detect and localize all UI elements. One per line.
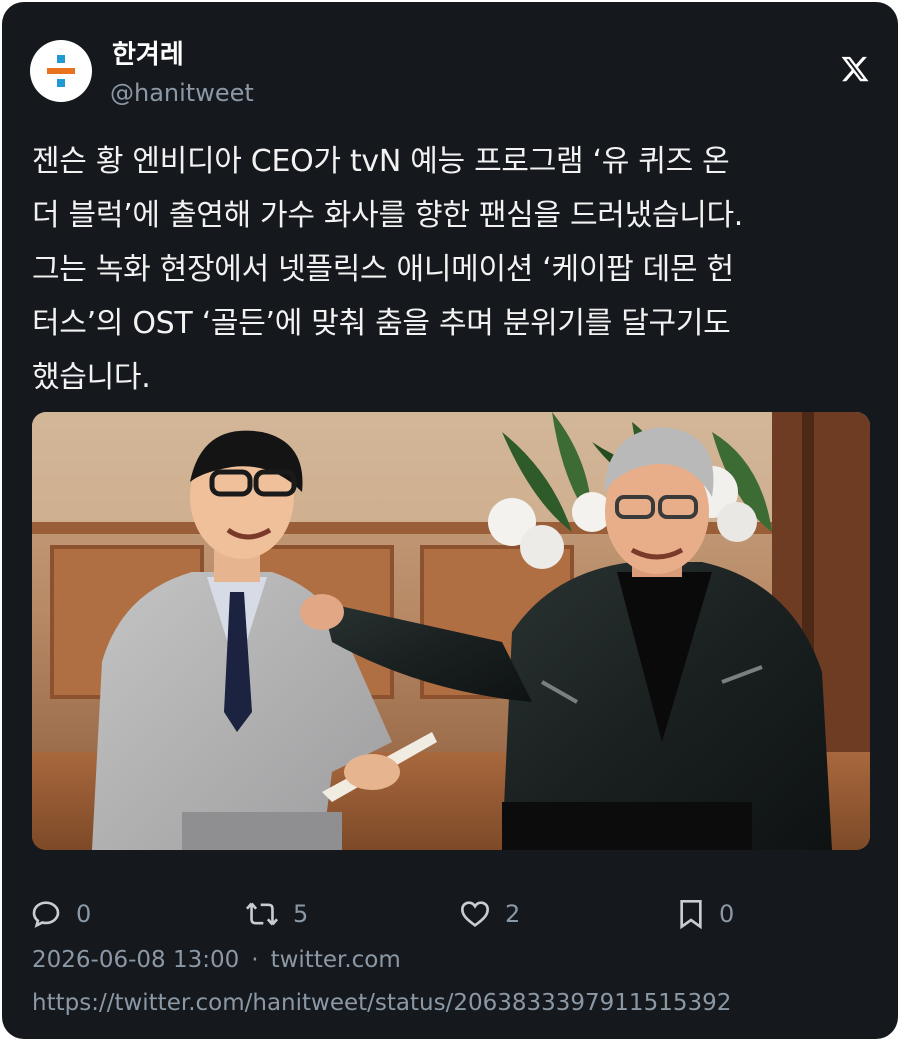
account-handle[interactable]: @hanitweet	[110, 78, 254, 108]
source-link[interactable]: twitter.com	[271, 947, 401, 973]
tweet-text: 젠슨 황 엔비디아 CEO가 tvN 예능 프로그램 ‘유 퀴즈 온 더 블럭’…	[32, 144, 744, 395]
hankyoreh-logo-icon	[47, 55, 75, 87]
retweet-button[interactable]: 5	[245, 894, 308, 934]
reply-button[interactable]: 0	[30, 894, 91, 934]
tweet-url-link[interactable]: https://twitter.com/hanitweet/status/206…	[32, 986, 731, 1020]
meta-separator: ·	[251, 947, 259, 973]
bookmark-icon	[680, 900, 702, 930]
timestamp: 2026-06-08 13:00	[32, 947, 240, 973]
heart-icon	[460, 901, 490, 927]
reply-icon	[32, 901, 60, 928]
avatar[interactable]	[30, 40, 92, 102]
bookmark-count: 0	[719, 900, 735, 928]
like-count: 2	[505, 900, 521, 928]
retweet-count: 5	[293, 900, 309, 928]
reply-count: 0	[76, 900, 92, 928]
retweet-icon	[245, 902, 279, 926]
tweet-meta: 2026-06-08 13:00 · twitter.com	[32, 943, 401, 977]
tweet-photo[interactable]	[32, 412, 870, 850]
like-button[interactable]: 2	[459, 894, 520, 934]
x-logo-icon[interactable]	[840, 54, 870, 84]
tweet-card: 한겨레 @hanitweet 젠슨 황 엔비디아 CEO가 tvN 예능 프로그…	[2, 2, 898, 1039]
bookmark-button[interactable]: 0	[677, 894, 734, 934]
display-name[interactable]: 한겨레	[112, 38, 184, 72]
